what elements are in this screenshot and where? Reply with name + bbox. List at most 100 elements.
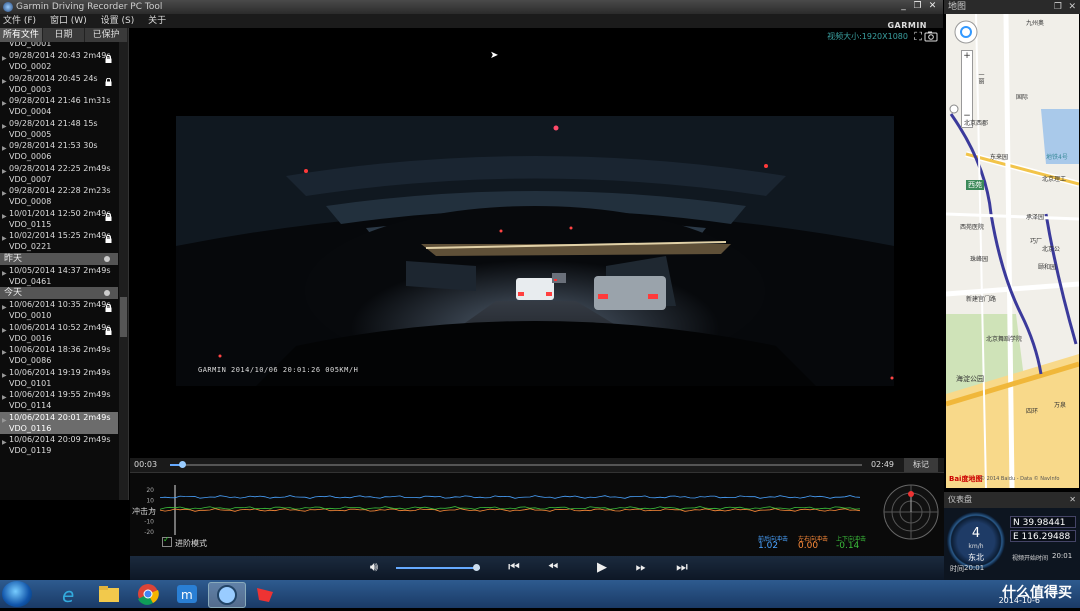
next-file-icon[interactable]: ⏭︎ [674, 560, 690, 576]
menu-file[interactable]: 文件 (F) [3, 16, 36, 26]
file-name: VDO_0221 [9, 242, 52, 251]
map-label-15: 万泉 [1054, 402, 1067, 409]
file-date: 10/06/2014 20:09 2m49s [9, 435, 111, 444]
file-name: VDO_0006 [9, 152, 52, 161]
file-list-item[interactable]: ▶ 10/06/2014 10:35 2m49s VDO_0010 [0, 299, 118, 322]
expand-arrow-icon: ▶ [2, 349, 7, 356]
maximize-button[interactable]: ❐ [912, 1, 923, 12]
file-list-item[interactable]: ▶ 09/28/2014 21:48 15s VDO_0005 [0, 118, 118, 141]
file-date: 09/28/2014 22:25 2m49s [9, 163, 111, 173]
collapse-icon[interactable] [104, 255, 110, 262]
volume-slider[interactable] [396, 567, 480, 569]
start-button[interactable] [2, 581, 32, 607]
chrome-icon[interactable] [130, 582, 166, 606]
timeline-slider[interactable] [170, 461, 862, 468]
taskbar: e m 什么值得买 2014-10-6 [0, 580, 1080, 608]
lock-icon [105, 77, 112, 86]
map-label-9: 承泽园 [1026, 214, 1045, 221]
map-close-button[interactable]: ✕ [1068, 0, 1076, 14]
play-icon[interactable]: ▶ [594, 560, 610, 576]
tab-protected[interactable]: 已保护 [85, 28, 129, 42]
tab-date[interactable]: 日期 [42, 28, 86, 42]
file-panel: 所有文件 日期 已保护 VDO_0001 ▶ 09/28/2014 20:43 2m… [0, 28, 129, 500]
expand-arrow-icon: ▶ [2, 326, 7, 334]
gsensor-series-line [159, 506, 861, 510]
file-list-item[interactable]: ▶ 10/01/2014 12:50 2m49s VDO_0115 [0, 208, 118, 231]
mark-button[interactable]: 标记 [904, 458, 938, 472]
advanced-mode-checkbox[interactable]: 进阶模式 [162, 535, 207, 549]
menu-about[interactable]: 关于 [148, 16, 166, 26]
file-list-item[interactable]: ▶ 10/06/2014 18:36 2m49s VDO_0086 [0, 344, 118, 367]
file-date: 10/06/2014 20:01 2m49s [9, 412, 111, 422]
gsensor-panel: 冲击力 20100-10-20 进阶模式 前后向冲击1.02左右向冲击0.00上… [130, 472, 944, 557]
file-list-item[interactable]: ▶ 10/06/2014 20:09 2m49s VDO_0119 [0, 434, 118, 457]
checkbox-icon[interactable] [162, 535, 172, 547]
heading-direction: 东北 [968, 553, 984, 562]
file-date: 09/28/2014 20:45 24s [9, 73, 98, 83]
lock-icon [105, 212, 112, 221]
gsensor-chart: 20 10 0 -10 -20 [144, 485, 861, 535]
expand-arrow-icon: ▶ [2, 304, 7, 311]
menu-window[interactable]: 窗口 (W) [50, 16, 87, 26]
collapse-icon[interactable] [104, 290, 110, 296]
rewind-icon[interactable]: ⏪︎ [545, 560, 561, 576]
file-list-item[interactable]: ▶ 09/28/2014 22:28 2m23s VDO_0008 [0, 185, 118, 208]
file-list-item[interactable]: ▶ 10/06/2014 20:01 2m49s VDO_0116 [0, 411, 118, 434]
scrollbar-thumb[interactable] [120, 297, 127, 337]
speedometer: 4 km/h 东北 [947, 512, 1005, 570]
file-date: 10/01/2014 12:50 2m49s [9, 208, 111, 218]
map-label-1: 一丽 [977, 72, 984, 84]
file-list-scrollbar[interactable] [119, 42, 128, 500]
file-list-item[interactable]: ▶ 09/28/2014 20:45 24s VDO_0003 [0, 73, 118, 96]
map-restore-button[interactable]: ❐ [1054, 0, 1062, 14]
volume-knob[interactable] [472, 564, 480, 571]
file-list-item[interactable]: ▶ 09/28/2014 21:53 30s VDO_0006 [0, 140, 118, 163]
section-today[interactable]: 今天 [0, 287, 118, 299]
file-date: 10/06/2014 10:35 2m49s [9, 300, 111, 309]
minimize-button[interactable]: _ [898, 1, 909, 12]
file-list-item[interactable]: ▶ 10/05/2014 14:37 2m49s VDO_0461 [0, 265, 118, 288]
file-list-item-partial[interactable]: VDO_0001 [0, 42, 118, 50]
file-list-item[interactable]: ▶ 10/06/2014 19:19 2m49s VDO_0101 [0, 367, 118, 390]
total-time: 02:49 [870, 460, 894, 469]
map-pan-control[interactable] [954, 20, 978, 44]
window-title: Garmin Driving Recorder PC Tool [16, 2, 163, 12]
ie-icon[interactable]: e [52, 582, 88, 607]
map-label-2: 九州奥 [1026, 20, 1045, 27]
previous-file-icon[interactable]: ⏮︎ [506, 560, 522, 576]
file-list-item[interactable]: ▶ 09/28/2014 21:46 1m31s VDO_0004 [0, 95, 118, 118]
map-view[interactable]: + − 北京西郡 一丽 九州奥 国际 东来园 地铁4号 北京理工 西苑 西苑医院 … [946, 14, 1079, 488]
fullscreen-icon[interactable]: ⛶ [914, 30, 922, 44]
file-list-item[interactable]: ▶ 10/02/2014 15:25 2m49s VDO_0221 [0, 230, 118, 253]
file-list-item[interactable]: ▶ 09/28/2014 20:43 2m49s VDO_0002 [0, 50, 118, 73]
gauge-close-button[interactable]: ✕ [1069, 492, 1076, 508]
camera-icon[interactable] [924, 31, 938, 42]
lock-icon [105, 235, 112, 243]
speed-unit: km/h [968, 543, 984, 550]
garmin-tool-icon[interactable] [208, 582, 246, 608]
volume-icon[interactable]: 🔊︎ [366, 560, 382, 576]
file-list-item[interactable]: ▶ 10/06/2014 19:55 2m49s VDO_0114 [0, 389, 118, 412]
file-list-item[interactable]: ▶ 09/28/2014 22:25 2m49s VDO_0007 [0, 163, 118, 186]
gsensor-series-line [159, 508, 861, 512]
file-list-item[interactable]: ▶ 10/06/2014 10:52 2m49s VDO_0016 [0, 322, 118, 345]
file-name: VDO_0115 [9, 219, 52, 229]
explorer-icon[interactable] [91, 582, 127, 606]
map-zoom-slider[interactable]: + − [961, 50, 973, 128]
map-label-4: 东来园 [990, 154, 1009, 161]
tab-all-files[interactable]: 所有文件 [0, 28, 43, 42]
section-yesterday[interactable]: 昨天 [0, 252, 118, 265]
map-label-8: 西苑医院 [960, 224, 985, 231]
video-player[interactable]: 视频大小:1920X1080 ⛶ ➤ GARMIN 2014/10/06 20:… [130, 28, 944, 458]
maxthon-icon[interactable]: m [169, 582, 205, 606]
fast-forward-icon[interactable]: ⏩︎ [633, 560, 649, 576]
close-button[interactable]: ✕ [927, 1, 938, 12]
file-date: 10/06/2014 19:55 2m49s [9, 390, 111, 399]
menu-settings[interactable]: 设置 (S) [101, 16, 135, 26]
file-date: 09/28/2014 20:43 2m49s [9, 51, 111, 60]
file-name: VDO_0005 [9, 129, 52, 139]
timeline-knob[interactable] [179, 461, 187, 468]
app-icon-red[interactable] [247, 582, 283, 606]
lock-icon [105, 304, 112, 312]
video-frame [176, 116, 894, 386]
